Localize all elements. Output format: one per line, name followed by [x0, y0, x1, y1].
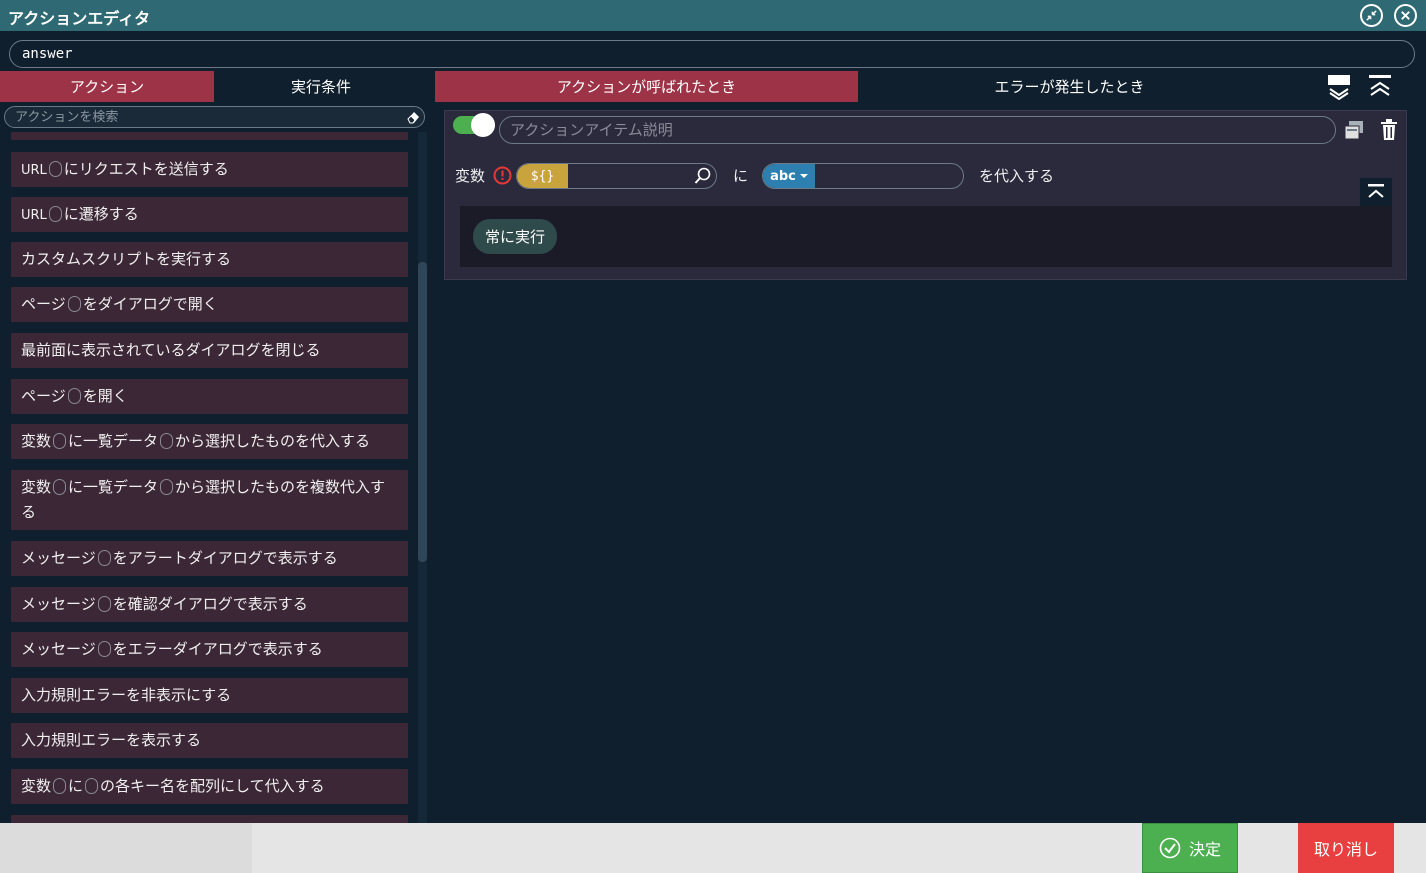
- list-item-text: カスタムスクリプトを実行する: [21, 250, 232, 268]
- assign-suffix-label: を代入する: [979, 167, 1055, 185]
- parameter-slot: [48, 161, 62, 177]
- condition-area: [460, 206, 1392, 267]
- copy-icon[interactable]: [1343, 119, 1365, 141]
- list-item[interactable]: メッセージ を確認ダイアログで表示する: [11, 587, 408, 622]
- parameter-slot: [160, 479, 174, 495]
- eraser-icon[interactable]: [405, 109, 421, 125]
- list-item-text: に一覧データ: [68, 478, 159, 496]
- list-item-text: URL: [21, 163, 47, 178]
- variable-field[interactable]: ${}: [516, 163, 717, 189]
- list-item[interactable]: メッセージ をエラーダイアログで表示する: [11, 632, 408, 667]
- list-item-text: 変数: [21, 777, 52, 795]
- parameter-slot: [67, 388, 81, 404]
- list-item-text: URL: [21, 208, 47, 223]
- compress-icon[interactable]: [1360, 4, 1383, 27]
- list-item-partial: [11, 815, 408, 823]
- parameter-slot: [67, 296, 81, 312]
- list-item[interactable]: メッセージ をアラートダイアログで表示する: [11, 541, 408, 576]
- list-item-text: 最前面に表示されているダイアログを閉じる: [21, 341, 321, 359]
- expand-all-icon[interactable]: [1327, 74, 1351, 100]
- list-item-text: ページ: [21, 295, 66, 313]
- parameter-slot: [85, 778, 99, 794]
- list-item[interactable]: 最前面に表示されているダイアログを閉じる: [11, 333, 408, 368]
- list-item[interactable]: 変数にの各キー名を配列にして代入する: [11, 769, 408, 804]
- action-search: [4, 106, 425, 128]
- list-item[interactable]: ページ をダイアログで開く: [11, 287, 408, 322]
- chevron-down-icon: [799, 174, 808, 178]
- list-item-text: から選択したものを代入する: [175, 432, 371, 450]
- list-item-text: を開く: [82, 387, 128, 405]
- list-item-text: メッセージ: [21, 640, 96, 658]
- list-item-text: に一覧データ: [68, 432, 159, 450]
- tab-on-called[interactable]: アクションが呼ばれたとき: [435, 71, 858, 102]
- action-description-input[interactable]: [499, 116, 1336, 144]
- list-item[interactable]: 変数 に一覧データ から選択したものを代入する: [11, 424, 408, 459]
- list-item[interactable]: URL にリクエストを送信する: [11, 152, 408, 187]
- list-item-text: をダイアログで開く: [82, 295, 218, 313]
- list-item[interactable]: 入力規則エラーを表示する: [11, 723, 408, 758]
- collapse-all-icon[interactable]: [1368, 74, 1392, 100]
- ok-button[interactable]: 決定: [1142, 823, 1238, 873]
- parameter-slot: [48, 206, 62, 222]
- condition-chip[interactable]: 常に実行: [473, 219, 557, 254]
- list-item-text: をエラーダイアログで表示する: [112, 640, 323, 658]
- footer-left-pane: [0, 823, 252, 873]
- window-title: アクションエディタ: [8, 9, 151, 28]
- variable-type-badge[interactable]: ${}: [517, 164, 568, 188]
- list-item-text: に: [68, 777, 84, 795]
- connector-label: に: [733, 167, 749, 185]
- search-icon[interactable]: [694, 167, 712, 185]
- enable-toggle[interactable]: [453, 113, 495, 137]
- parameter-slot: [160, 433, 174, 449]
- tab-on-error[interactable]: エラーが発生したとき: [858, 71, 1281, 102]
- action-name-field[interactable]: answer: [9, 40, 1415, 68]
- list-item-text: 変数: [21, 432, 52, 450]
- list-item-text: にリクエストを送信する: [63, 160, 229, 178]
- variable-label: 変数: [455, 167, 486, 185]
- list-item-text: 入力規則エラーを表示する: [21, 731, 202, 749]
- list-item-text: の各キー名を配列にして代入する: [100, 777, 325, 795]
- warning-icon: [493, 166, 512, 185]
- close-icon[interactable]: [1394, 4, 1417, 27]
- list-item-text: をアラートダイアログで表示する: [112, 549, 338, 567]
- list-item[interactable]: URL に遷移する: [11, 197, 408, 232]
- value-type-label: abc: [770, 168, 796, 184]
- list-item-text: 変数: [21, 478, 52, 496]
- parameter-slot: [97, 641, 111, 657]
- title-bar: アクションエディタ: [0, 0, 1426, 31]
- list-item-text: メッセージ: [21, 549, 96, 567]
- ok-label: 決定: [1188, 840, 1221, 859]
- parameter-slot: [53, 479, 67, 495]
- check-circle-icon: [1159, 837, 1181, 859]
- value-field[interactable]: abc: [762, 163, 964, 189]
- action-list: URL にリクエストを送信する URL に遷移する カスタムスクリプトを実行する ペ…: [0, 132, 428, 823]
- tab-condition[interactable]: 実行条件: [214, 71, 428, 102]
- list-item-text: を確認ダイアログで表示する: [112, 595, 308, 613]
- cancel-button[interactable]: 取り消し: [1298, 823, 1394, 873]
- parameter-slot: [53, 433, 67, 449]
- tab-action[interactable]: アクション: [0, 71, 214, 102]
- toggle-knob: [471, 113, 495, 137]
- list-item-text: に遷移する: [63, 205, 139, 223]
- list-item-text: 入力規則エラーを非表示にする: [21, 686, 232, 704]
- collapse-condition-icon[interactable]: [1360, 178, 1392, 206]
- parameter-slot: [97, 596, 111, 612]
- list-item[interactable]: 変数 に一覧データ から選択したものを複数代入する: [11, 470, 408, 530]
- list-item-text: メッセージ: [21, 595, 96, 613]
- parameter-slot: [53, 778, 67, 794]
- value-type-dropdown[interactable]: abc: [763, 164, 815, 188]
- list-item-partial: [11, 132, 408, 140]
- list-item[interactable]: 入力規則エラーを非表示にする: [11, 678, 408, 713]
- scrollbar-thumb[interactable]: [418, 262, 427, 562]
- parameter-slot: [97, 550, 111, 566]
- list-item[interactable]: カスタムスクリプトを実行する: [11, 242, 408, 277]
- list-item[interactable]: ページ を開く: [11, 379, 408, 414]
- list-item-text: ページ: [21, 387, 66, 405]
- trash-icon[interactable]: [1380, 119, 1398, 141]
- action-search-input[interactable]: [15, 108, 395, 126]
